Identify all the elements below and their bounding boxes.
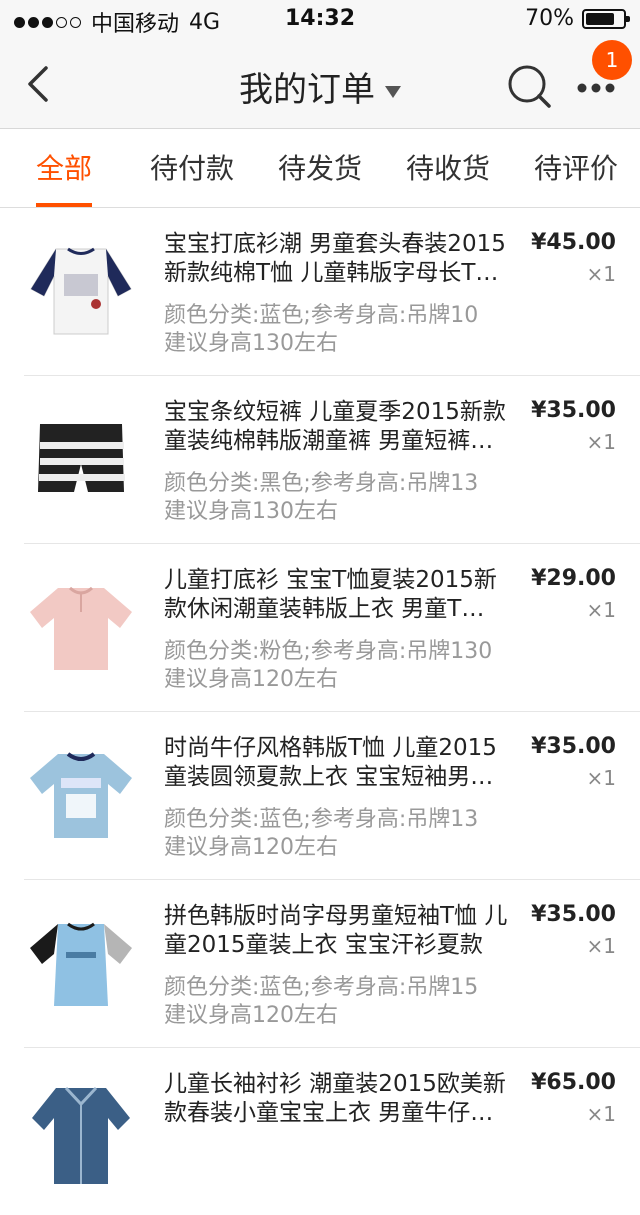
product-name: 儿童打底衫 宝宝T恤夏装2015新款休闲潮童装韩版上衣 男童T… <box>164 567 497 622</box>
product-quantity: ×1 <box>586 766 616 790</box>
product-price: ¥35.00 <box>531 734 616 759</box>
product-image <box>30 586 132 670</box>
product-name: 宝宝打底衫潮 男童套头春装2015新款纯棉T恤 儿童韩版字母长T… <box>164 231 506 286</box>
list-item[interactable]: 时尚牛仔风格韩版T恤 儿童2015童装圆领夏款上衣 宝宝短袖男… 颜色分类:蓝色… <box>24 712 640 880</box>
product-sku: 颜色分类:蓝色;参考身高:吊牌15 建议身高120左右 <box>164 974 524 1030</box>
product-quantity: ×1 <box>586 934 616 958</box>
product-price: ¥35.00 <box>531 902 616 927</box>
product-quantity: ×1 <box>586 430 616 454</box>
product-sku: 颜色分类:黑色;参考身高:吊牌13 建议身高130左右 <box>164 470 524 526</box>
list-item[interactable]: 宝宝打底衫潮 男童套头春装2015新款纯棉T恤 儿童韩版字母长T… 颜色分类:蓝… <box>24 208 640 376</box>
list-item[interactable]: 儿童打底衫 宝宝T恤夏装2015新款休闲潮童装韩版上衣 男童T… 颜色分类:粉色… <box>24 544 640 712</box>
battery-percent: 70% <box>525 6 574 31</box>
product-quantity: ×1 <box>586 262 616 286</box>
product-image <box>38 424 125 492</box>
product-image <box>30 247 132 335</box>
order-tabs: 全部 待付款 待发货 待收货 待评价 <box>0 129 640 208</box>
product-quantity: ×1 <box>586 1102 616 1126</box>
sku-line-2: 建议身高120左右 <box>164 835 338 860</box>
product-name: 时尚牛仔风格韩版T恤 儿童2015童装圆领夏款上衣 宝宝短袖男… <box>164 735 497 790</box>
sku-line-1: 颜色分类:蓝色;参考身高:吊牌10 <box>164 303 479 328</box>
active-tab-indicator <box>36 203 92 207</box>
product-quantity: ×1 <box>586 598 616 622</box>
product-price: ¥65.00 <box>531 1070 616 1095</box>
sku-line-1: 颜色分类:黑色;参考身高:吊牌13 <box>164 471 479 496</box>
order-list: 宝宝打底衫潮 男童套头春装2015新款纯棉T恤 儿童韩版字母长T… 颜色分类:蓝… <box>0 208 640 1215</box>
product-price: ¥45.00 <box>531 230 616 255</box>
product-name: 宝宝条纹短裤 儿童夏季2015新款童装纯棉韩版潮童裤 男童短裤… <box>164 399 506 454</box>
list-item[interactable]: 拼色韩版时尚字母男童短袖T恤 儿童2015童装上衣 宝宝汗衫夏款 颜色分类:蓝色… <box>24 880 640 1048</box>
sku-line-2: 建议身高120左右 <box>164 1003 338 1028</box>
sku-line-1: 颜色分类:粉色;参考身高:吊牌130 <box>164 639 493 664</box>
tab-pending-review[interactable]: 待评价 <box>534 147 618 187</box>
tab-all[interactable]: 全部 <box>36 147 92 187</box>
tab-pending-shipment[interactable]: 待发货 <box>278 147 362 187</box>
list-item[interactable]: 宝宝条纹短裤 儿童夏季2015新款童装纯棉韩版潮童裤 男童短裤… 颜色分类:黑色… <box>24 376 640 544</box>
sku-line-2: 建议身高130左右 <box>164 331 338 356</box>
battery-icon <box>582 8 630 29</box>
status-bar: 中国移动 4G 14:32 70% <box>0 0 640 40</box>
product-price: ¥35.00 <box>531 398 616 423</box>
product-image <box>30 752 132 838</box>
product-sku: 颜色分类:蓝色;参考身高:吊牌10 建议身高130左右 <box>164 302 524 358</box>
page-title-text: 我的订单 <box>239 70 375 110</box>
tab-pending-receipt[interactable]: 待收货 <box>406 147 490 187</box>
search-icon[interactable] <box>505 62 553 110</box>
sku-line-2: 建议身高130左右 <box>164 499 338 524</box>
sku-line-2: 建议身高120左右 <box>164 667 338 692</box>
status-right: 70% <box>525 6 630 31</box>
sku-line-1: 颜色分类:蓝色;参考身高:吊牌13 <box>164 807 479 832</box>
caret-down-icon <box>385 85 401 98</box>
product-sku: 颜色分类:粉色;参考身高:吊牌130 建议身高120左右 <box>164 638 524 694</box>
product-price: ¥29.00 <box>531 566 616 591</box>
notification-badge[interactable]: 1 <box>592 40 632 80</box>
product-sku: 颜色分类:蓝色;参考身高:吊牌13 建议身高120左右 <box>164 806 524 862</box>
product-name: 儿童长袖衬衫 潮童装2015欧美新款春装小童宝宝上衣 男童牛仔… <box>164 1071 506 1126</box>
list-item[interactable]: 儿童长袖衬衫 潮童装2015欧美新款春装小童宝宝上衣 男童牛仔… ¥65.00 … <box>24 1048 640 1215</box>
sku-line-1: 颜色分类:蓝色;参考身高:吊牌15 <box>164 975 479 1000</box>
product-name: 拼色韩版时尚字母男童短袖T恤 儿童2015童装上衣 宝宝汗衫夏款 <box>164 903 508 958</box>
nav-bar: 我的订单 <box>0 40 640 129</box>
product-image <box>32 1086 130 1184</box>
product-image <box>30 922 132 1006</box>
tab-pending-payment[interactable]: 待付款 <box>150 147 234 187</box>
